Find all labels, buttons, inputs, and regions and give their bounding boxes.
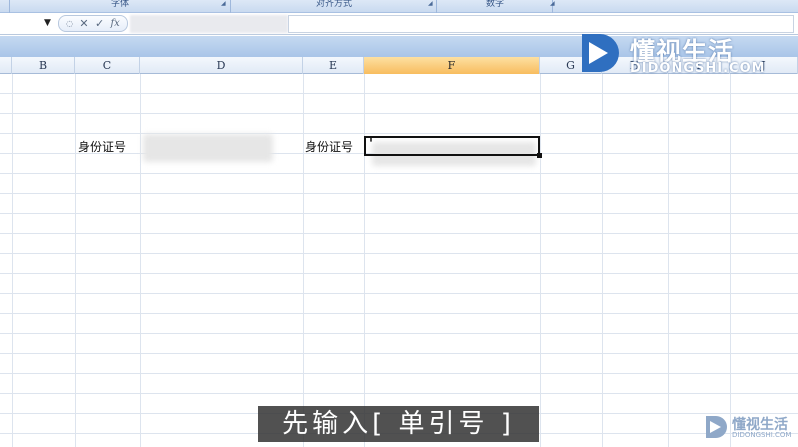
fill-handle[interactable]: [537, 153, 542, 158]
ribbon-group-left-edge: [0, 0, 10, 13]
video-caption: 先输入[ 单引号 ]: [258, 406, 539, 442]
gridline: [12, 74, 13, 447]
gridline: [140, 74, 141, 447]
column-header-f[interactable]: F: [364, 57, 540, 74]
active-cell-entry: ': [369, 137, 373, 152]
cell-e-id-label[interactable]: 身份证号: [305, 138, 353, 155]
number-dialog-launcher-icon[interactable]: ◢: [550, 1, 556, 7]
cancel-icon[interactable]: ✕: [79, 16, 88, 31]
cell-d-id-value-blurred[interactable]: [143, 134, 273, 162]
gridline: [668, 74, 669, 447]
watermark-small-subtitle: DIDONGSHI.COM: [732, 431, 792, 439]
formula-buttons: ◌ ✕ ✓ fx: [58, 15, 128, 32]
name-box-dropdown-icon[interactable]: ▼: [44, 18, 51, 28]
watermark-subtitle: DIDONGSHI.COM: [630, 61, 766, 76]
watermark-small-d-play-icon: [706, 416, 727, 438]
alignment-dialog-launcher-icon[interactable]: ◢: [428, 1, 434, 7]
ribbon-group-alignment-label: 对齐方式: [315, 0, 352, 9]
gridline: [364, 74, 365, 447]
ribbon-group-alignment[interactable]: 对齐方式: [232, 0, 437, 13]
watermark-logo: 懂视生活 DIDONGSHI.COM: [578, 30, 778, 80]
gridline: [540, 74, 541, 447]
ribbon-group-strip: 字体 ◢ 对齐方式 ◢ 数字 ◢: [0, 0, 798, 13]
spreadsheet-grid[interactable]: [0, 74, 798, 447]
column-header-d[interactable]: D: [140, 57, 303, 74]
gridline: [303, 74, 304, 447]
column-header-e[interactable]: E: [303, 57, 364, 74]
column-header-c[interactable]: C: [75, 57, 140, 74]
column-header-b[interactable]: B: [12, 57, 75, 74]
ribbon-group-number-label: 数字: [485, 0, 504, 9]
gridline: [602, 74, 603, 447]
column-header-edge: [0, 57, 12, 74]
font-dialog-launcher-icon[interactable]: ◢: [221, 1, 227, 7]
active-cell-f[interactable]: ': [364, 136, 542, 158]
gridline: [75, 74, 76, 447]
ribbon-group-number[interactable]: 数字: [438, 0, 553, 13]
enter-icon[interactable]: ✓: [95, 16, 104, 31]
cell-c-id-label[interactable]: 身份证号: [78, 138, 126, 155]
watermark-small: 懂视生活 DIDONGSHI.COM: [704, 414, 796, 444]
formula-content-blurred: [130, 15, 288, 33]
ribbon-group-font[interactable]: 字体: [10, 0, 231, 13]
formula-buttons-grip-icon: ◌: [66, 19, 74, 28]
gridline: [730, 74, 731, 447]
watermark-d-play-icon: [582, 34, 619, 72]
insert-function-icon[interactable]: fx: [110, 16, 119, 31]
ribbon-group-font-label: 字体: [110, 0, 129, 9]
